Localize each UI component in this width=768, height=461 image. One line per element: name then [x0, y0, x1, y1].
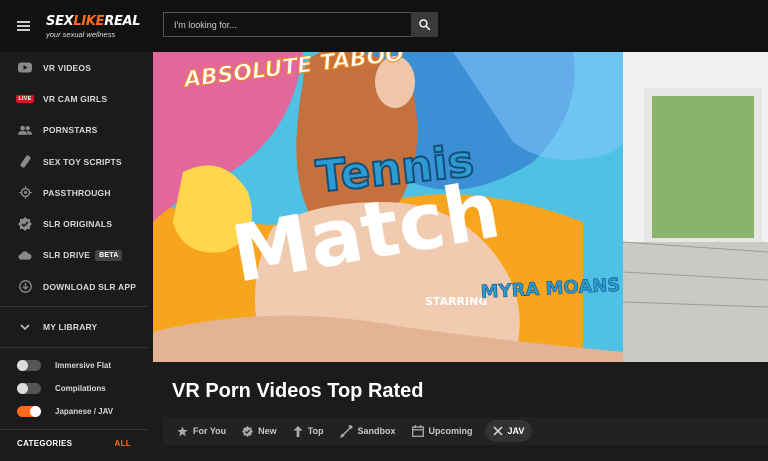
- sidebar-item-my-library[interactable]: MY LIBRARY: [0, 311, 148, 342]
- toggle-label: Immersive Flat: [55, 360, 112, 370]
- site-logo[interactable]: SEXLIKEREAL your sexual wellness: [46, 0, 162, 52]
- download-icon: [18, 280, 32, 294]
- shovel-icon: [339, 424, 353, 438]
- star-icon: [177, 425, 188, 436]
- cloud-icon: [18, 248, 32, 262]
- sidebar-item-label: SLR DRIVE: [43, 250, 91, 261]
- toggle-label: Compilations: [55, 383, 106, 393]
- passthrough-icon: [18, 186, 32, 200]
- hamburger-menu-button[interactable]: [0, 0, 46, 52]
- filter-tabs: For You New Top Sandbox Upcoming JAV: [163, 417, 768, 445]
- sidebar-item-passthrough[interactable]: PASSTHROUGH: [0, 177, 148, 208]
- hero-banner[interactable]: ABSOLUTE TABOO Tennis Match STARRING MYR…: [153, 52, 768, 362]
- chevron-down-icon: [18, 320, 32, 334]
- tab-top[interactable]: Top: [285, 420, 332, 442]
- close-icon[interactable]: [493, 426, 503, 436]
- toggle-label: Japanese / JAV: [55, 406, 114, 416]
- categories-header: CATEGORIES ALL: [0, 434, 148, 454]
- youtube-icon: [18, 61, 32, 75]
- toggle-switch[interactable]: [17, 405, 41, 417]
- categories-label: CATEGORIES: [17, 439, 73, 449]
- arrow-up-icon: [293, 425, 303, 437]
- tab-label: Sandbox: [357, 426, 396, 436]
- sidebar: VR VIDEOS LIVE VR CAM GIRLS PORNSTARS SE…: [0, 52, 148, 461]
- sidebar-item-label: SEX TOY SCRIPTS: [43, 156, 122, 167]
- tab-label: JAV: [507, 426, 525, 436]
- sidebar-item-label: MY LIBRARY: [43, 322, 98, 333]
- verified-badge-icon: [18, 217, 32, 232]
- tab-label: New: [258, 426, 277, 436]
- sidebar-divider: [0, 306, 148, 308]
- banner-artwork: ABSOLUTE TABOO Tennis Match STARRING MYR…: [153, 52, 768, 362]
- sidebar-item-vr-videos[interactable]: VR VIDEOS: [0, 52, 148, 83]
- sidebar-item-vr-cam-girls[interactable]: LIVE VR CAM GIRLS: [0, 83, 148, 114]
- toggle-switch[interactable]: [17, 382, 41, 394]
- tab-label: For You: [193, 426, 227, 436]
- logo-tagline: your sexual wellness: [46, 29, 116, 39]
- banner-starring-label: STARRING: [425, 295, 487, 308]
- tab-label: Upcoming: [428, 426, 473, 436]
- hamburger-icon: [16, 25, 30, 27]
- live-badge-icon: LIVE: [16, 92, 34, 106]
- search-icon: [419, 19, 431, 31]
- sidebar-item-label: PASSTHROUGH: [43, 187, 111, 198]
- calendar-icon: [411, 425, 424, 437]
- sidebar-item-label: PORNSTARS: [43, 125, 98, 136]
- tab-label: Top: [307, 426, 324, 436]
- sidebar-item-label: VR CAM GIRLS: [43, 93, 108, 104]
- device-icon: [18, 155, 32, 169]
- people-icon: [18, 123, 32, 137]
- categories-all-link[interactable]: ALL: [115, 439, 131, 448]
- sidebar-item-download-app[interactable]: DOWNLOAD SLR APP: [0, 271, 148, 302]
- sidebar-item-label: SLR ORIGINALS: [43, 219, 113, 230]
- toggle-switch[interactable]: [17, 359, 41, 371]
- tab-upcoming[interactable]: Upcoming: [404, 420, 481, 442]
- tab-sandbox[interactable]: Sandbox: [332, 420, 404, 442]
- sidebar-divider: [0, 346, 148, 348]
- sidebar-item-pornstars[interactable]: PORNSTARS: [0, 115, 148, 146]
- tab-new[interactable]: New: [234, 420, 285, 442]
- sidebar-item-sex-toy-scripts[interactable]: SEX TOY SCRIPTS: [0, 146, 148, 177]
- sidebar-item-slr-drive[interactable]: SLR DRIVE BETA: [0, 240, 148, 271]
- tab-for-you[interactable]: For You: [169, 420, 234, 442]
- check-badge-icon: [242, 425, 254, 437]
- sidebar-item-label: VR VIDEOS: [43, 62, 92, 73]
- tab-jav[interactable]: JAV: [484, 420, 533, 442]
- search-button[interactable]: [411, 12, 438, 37]
- toggle-compilations[interactable]: Compilations: [0, 377, 148, 400]
- toggle-japanese-jav[interactable]: Japanese / JAV: [0, 400, 148, 423]
- sidebar-item-label: DOWNLOAD SLR APP: [43, 281, 137, 292]
- search-bar: [163, 12, 438, 37]
- search-input[interactable]: [163, 12, 411, 37]
- sidebar-divider: [0, 428, 148, 430]
- logo-brand: SEXLIKEREAL: [46, 13, 141, 29]
- live-badge: LIVE: [16, 94, 34, 103]
- sidebar-item-slr-originals[interactable]: SLR ORIGINALS: [0, 208, 148, 239]
- beta-badge: BETA: [95, 249, 123, 261]
- page-title: VR Porn Videos Top Rated: [172, 380, 424, 402]
- toggle-immersive-flat[interactable]: Immersive Flat: [0, 354, 148, 377]
